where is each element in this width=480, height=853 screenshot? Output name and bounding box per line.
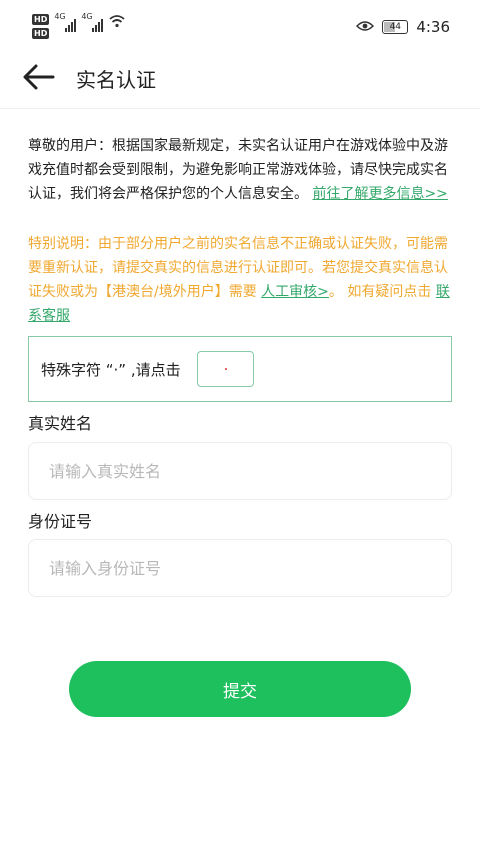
network-type: 4G <box>81 12 93 21</box>
signal-icon: 4G <box>81 12 104 32</box>
notice-text: 尊敬的用户：根据国家最新规定，未实名认证用户在游戏体验中及游戏充值时都会受到限制… <box>28 134 458 206</box>
name-label: 真实姓名 <box>28 414 93 433</box>
captcha-prompt: 特殊字符 “·” ,请点击 <box>41 361 181 379</box>
battery-icon: 44 <box>382 20 409 34</box>
id-field-container <box>28 539 452 597</box>
name-field-container <box>28 442 452 500</box>
header: 实名认证 <box>0 58 480 109</box>
arrow-left-icon <box>23 64 55 90</box>
status-bar: HD HD 4G 4G 44 4:36 <box>0 0 480 58</box>
submit-label: 提交 <box>223 681 257 702</box>
hd-badge: HD <box>32 28 50 39</box>
captcha-button[interactable] <box>197 351 254 387</box>
dot-icon <box>225 368 227 370</box>
status-left: HD HD 4G 4G <box>32 12 125 39</box>
captcha-box: 特殊字符 “·” ,请点击 <box>28 336 452 402</box>
hd-badge: HD <box>32 14 50 25</box>
special-note-tail: 。 如有疑问点击 <box>328 284 432 300</box>
eye-icon <box>356 18 375 36</box>
status-right: 44 4:36 <box>356 18 450 36</box>
manual-review-link[interactable]: 人工审核> <box>261 284 329 300</box>
name-input[interactable] <box>29 443 451 499</box>
hd-indicators: HD HD <box>32 14 50 39</box>
id-label: 身份证号 <box>28 512 93 531</box>
page-title: 实名认证 <box>76 68 156 92</box>
back-button[interactable] <box>22 62 56 92</box>
wifi-icon <box>109 14 125 33</box>
clock: 4:36 <box>416 18 450 36</box>
network-type: 4G <box>54 12 66 21</box>
signal-icon: 4G <box>54 12 77 32</box>
special-note: 特别说明：由于部分用户之前的实名信息不正确或认证失败，可能需要重新认证，请提交真… <box>28 232 458 328</box>
battery-level: 44 <box>389 22 402 32</box>
learn-more-link[interactable]: 前往了解更多信息>> <box>312 186 447 202</box>
submit-button[interactable]: 提交 <box>69 661 411 717</box>
id-number-input[interactable] <box>29 540 451 596</box>
